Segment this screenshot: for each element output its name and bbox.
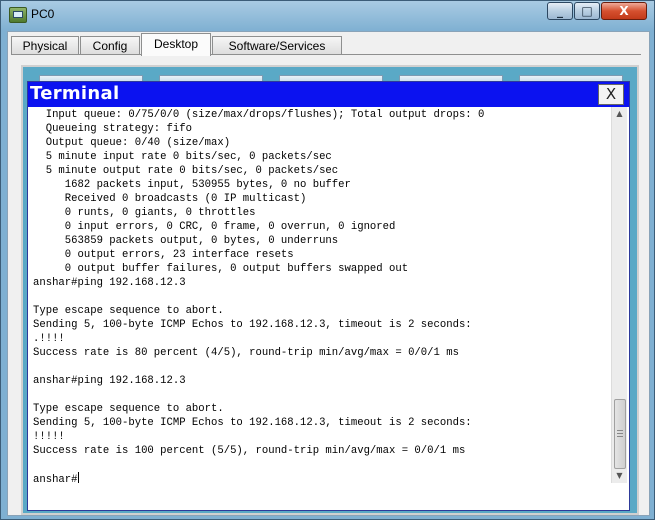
terminal-line: 0 input errors, 0 CRC, 0 frame, 0 overru… (64, 221, 396, 233)
tab-physical[interactable]: Physical (11, 36, 79, 55)
terminal-line: Type escape sequence to abort. (33, 305, 224, 317)
terminal-line: 0 runts, 0 giants, 0 throttles (64, 207, 256, 219)
terminal-line: Success rate is 100 percent (5/5), round… (33, 445, 466, 457)
terminal-line: Type escape sequence to abort. (33, 403, 224, 415)
terminal-line: Sending 5, 100-byte ICMP Echos to 192.16… (33, 319, 472, 331)
app-window: PC0 _ □ X Physical Config Desktop Softwa… (0, 0, 655, 520)
scroll-grip (617, 430, 623, 431)
close-window-button[interactable]: X (601, 2, 647, 20)
window-title: PC0 (31, 7, 55, 21)
minimize-button[interactable]: _ (547, 2, 573, 20)
terminal-scrollbar[interactable]: ▲ ▼ (611, 107, 627, 483)
tab-config[interactable]: Config (80, 36, 140, 55)
terminal-prompt-line[interactable]: anshar# (33, 472, 609, 483)
maximize-icon: □ (581, 4, 593, 18)
scroll-down-arrow-icon[interactable]: ▼ (612, 469, 627, 483)
terminal-line: Sending 5, 100-byte ICMP Echos to 192.16… (33, 417, 472, 429)
terminal-prompt: anshar# (33, 474, 78, 483)
terminal-line: 0 output buffer failures, 0 output buffe… (64, 263, 409, 275)
terminal-line: 563859 packets output, 0 bytes, 0 underr… (64, 235, 339, 247)
terminal-line: Success rate is 80 percent (4/5), round-… (33, 347, 459, 359)
terminal-line: 0 output errors, 23 interface resets (64, 249, 294, 261)
terminal-line: anshar#ping 192.168.12.3 (33, 375, 186, 387)
terminal-console[interactable]: Input queue: 0/75/0/0 (size/max/drops/fl… (33, 107, 609, 483)
terminal-line: Queueing strategy: fifo (45, 123, 192, 135)
terminal-line: Received 0 broadcasts (0 IP multicast) (64, 193, 307, 205)
tab-software-services[interactable]: Software/Services (212, 36, 342, 55)
tab-desktop[interactable]: Desktop (141, 33, 211, 56)
terminal-line: 5 minute input rate 0 bits/sec, 0 packet… (45, 151, 332, 163)
terminal-title-bar: Terminal X (28, 82, 629, 107)
scroll-up-arrow-icon[interactable]: ▲ (612, 107, 627, 121)
desktop-panel: Terminal X Input queue: 0/75/0/0 (size/m… (21, 65, 639, 515)
terminal-line: .!!!! (33, 333, 65, 345)
terminal-title: Terminal (30, 83, 120, 104)
terminal-line: Input queue: 0/75/0/0 (size/max/drops/fl… (45, 109, 485, 121)
terminal-line: Output queue: 0/40 (size/max) (45, 137, 231, 149)
terminal-output: Input queue: 0/75/0/0 (size/max/drops/fl… (33, 107, 609, 472)
scroll-grip (617, 433, 623, 434)
terminal-line: 1682 packets input, 530955 bytes, 0 no b… (64, 179, 351, 191)
scroll-thumb[interactable] (614, 399, 626, 469)
minimize-icon: _ (557, 4, 563, 18)
maximize-button[interactable]: □ (574, 2, 600, 20)
tab-divider (11, 54, 641, 55)
terminal-window: Terminal X Input queue: 0/75/0/0 (size/m… (27, 81, 630, 511)
terminal-line: !!!!! (33, 431, 65, 443)
packet-tracer-pc-icon (9, 7, 27, 23)
terminal-close-button[interactable]: X (598, 84, 624, 105)
scroll-grip (617, 436, 623, 437)
title-bar[interactable]: PC0 _ □ X (1, 1, 654, 29)
text-cursor (77, 472, 79, 483)
client-area: Physical Config Desktop Software/Service… (7, 31, 650, 516)
terminal-line: anshar#ping 192.168.12.3 (33, 277, 186, 289)
terminal-line: 5 minute output rate 0 bits/sec, 0 packe… (45, 165, 339, 177)
close-icon: X (619, 4, 629, 18)
